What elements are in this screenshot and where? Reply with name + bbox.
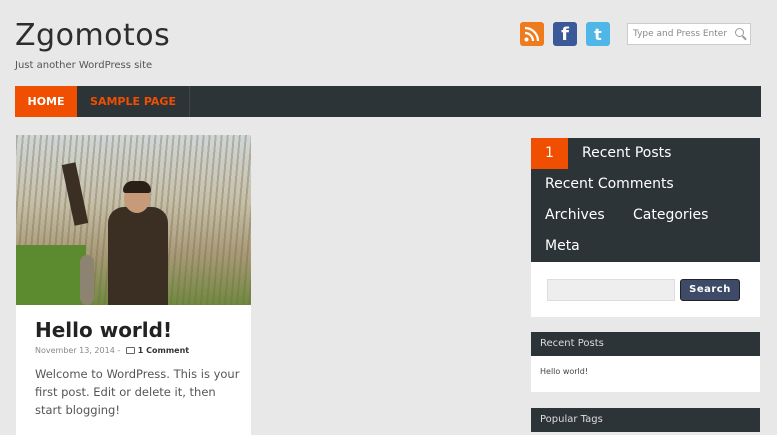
sidebar-search-input[interactable] bbox=[547, 279, 675, 301]
main-navigation: HOME SAMPLE PAGE bbox=[15, 86, 761, 117]
rss-icon[interactable] bbox=[520, 22, 544, 46]
search-icon bbox=[735, 28, 744, 37]
nav-item-sample-page[interactable]: SAMPLE PAGE bbox=[77, 86, 190, 117]
tab-recent-comments[interactable]: Recent Comments bbox=[545, 169, 674, 200]
image-person bbox=[108, 207, 168, 305]
site-tagline: Just another WordPress site bbox=[15, 60, 153, 71]
tab-archives[interactable]: Archives bbox=[545, 200, 605, 231]
recent-posts-widget: Hello world! bbox=[531, 356, 760, 392]
header-search-input[interactable]: Type and Press Enter bbox=[627, 23, 751, 45]
sidebar-tabs: 1 Recent Posts Recent Comments Archives … bbox=[531, 138, 760, 262]
image-grass bbox=[16, 245, 86, 305]
twitter-label: t bbox=[594, 24, 602, 44]
recent-post-link[interactable]: Hello world! bbox=[540, 367, 588, 376]
post-featured-image[interactable] bbox=[16, 135, 251, 305]
post-excerpt: Welcome to WordPress. This is your first… bbox=[35, 367, 240, 417]
header-search-placeholder: Type and Press Enter bbox=[633, 29, 728, 39]
site-title[interactable]: Zgomotos bbox=[15, 18, 170, 53]
tab-categories[interactable]: Categories bbox=[633, 200, 708, 231]
tab-number-badge: 1 bbox=[531, 138, 568, 169]
post-comments-link[interactable]: 1 Comment bbox=[138, 346, 189, 355]
rss-glyph bbox=[524, 26, 540, 42]
tab-meta[interactable]: Meta bbox=[545, 231, 580, 262]
image-hair bbox=[123, 181, 151, 193]
post-date[interactable]: November 13, 2014 bbox=[35, 346, 115, 355]
nav-item-home[interactable]: HOME bbox=[15, 86, 77, 117]
facebook-label: f bbox=[561, 23, 569, 45]
sidebar-search-widget: Search bbox=[531, 262, 760, 317]
search-button[interactable]: Search bbox=[680, 279, 740, 301]
popular-tags-widget-title: Popular Tags bbox=[531, 408, 760, 432]
facebook-icon[interactable]: f bbox=[553, 22, 577, 46]
twitter-icon[interactable]: t bbox=[586, 22, 610, 46]
meta-separator: - bbox=[117, 346, 121, 355]
post-card: Hello world! November 13, 2014 - 1 Comme… bbox=[16, 135, 251, 435]
comment-icon bbox=[125, 347, 135, 354]
recent-posts-widget-title: Recent Posts bbox=[531, 332, 760, 356]
post-title[interactable]: Hello world! bbox=[35, 318, 172, 342]
image-fish bbox=[80, 255, 94, 305]
post-meta: November 13, 2014 - 1 Comment bbox=[35, 346, 189, 355]
tab-recent-posts[interactable]: Recent Posts bbox=[582, 138, 671, 169]
